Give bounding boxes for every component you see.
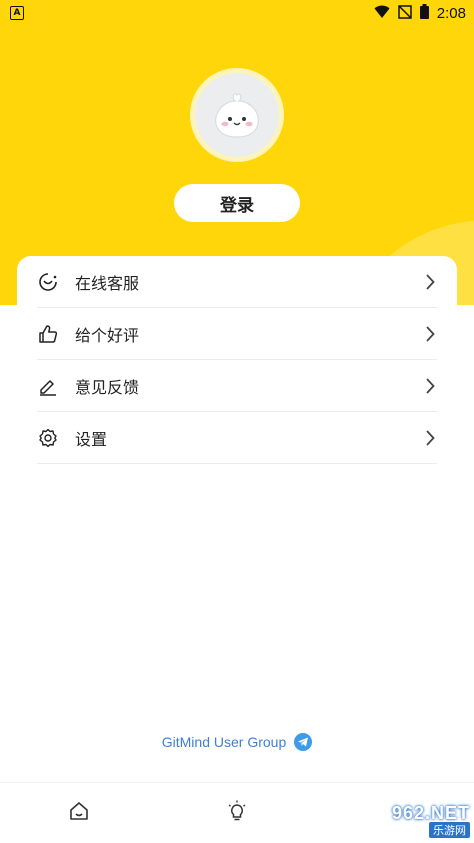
support-chat-icon [37,271,59,293]
avatar-image [195,73,279,157]
watermark-logo: 962.NET 乐游网 [350,800,470,840]
menu-item-rate-us[interactable]: 给个好评 [37,308,437,360]
tab-home[interactable] [0,783,158,843]
menu-item-label: 给个好评 [75,325,140,345]
battery-icon [419,3,429,23]
edit-feedback-icon [37,375,59,397]
chevron-right-icon [423,429,437,446]
lightbulb-icon [226,800,248,826]
menu-item-label: 意见反馈 [75,377,140,397]
wifi-icon [374,4,390,23]
watermark-subtext: 乐游网 [429,821,470,838]
user-group-link[interactable]: GitMind User Group [0,730,474,754]
user-group-label: GitMind User Group [161,734,287,750]
gear-icon [37,427,59,449]
menu-item-settings[interactable]: 设置 [37,412,437,464]
menu-card: 在线客服 给个好评 意见反馈 设置 [17,256,457,464]
home-icon [68,800,90,826]
login-button[interactable]: 登录 [174,184,300,222]
menu-item-label: 设置 [75,429,108,449]
avatar[interactable] [190,68,284,162]
app-notification-icon: A [10,6,24,20]
chevron-right-icon [423,377,437,394]
no-signal-icon [398,4,412,23]
thumbs-up-icon [37,323,59,345]
watermark-text: 962.NET [391,802,470,823]
status-bar: A 2:08 [0,0,474,26]
tab-discover[interactable] [158,783,316,843]
menu-item-online-support[interactable]: 在线客服 [37,256,437,308]
menu-item-feedback[interactable]: 意见反馈 [37,360,437,412]
chevron-right-icon [423,325,437,342]
chevron-right-icon [423,273,437,290]
telegram-icon [294,733,313,751]
clock: 2:08 [436,4,466,22]
menu-item-label: 在线客服 [75,273,140,293]
